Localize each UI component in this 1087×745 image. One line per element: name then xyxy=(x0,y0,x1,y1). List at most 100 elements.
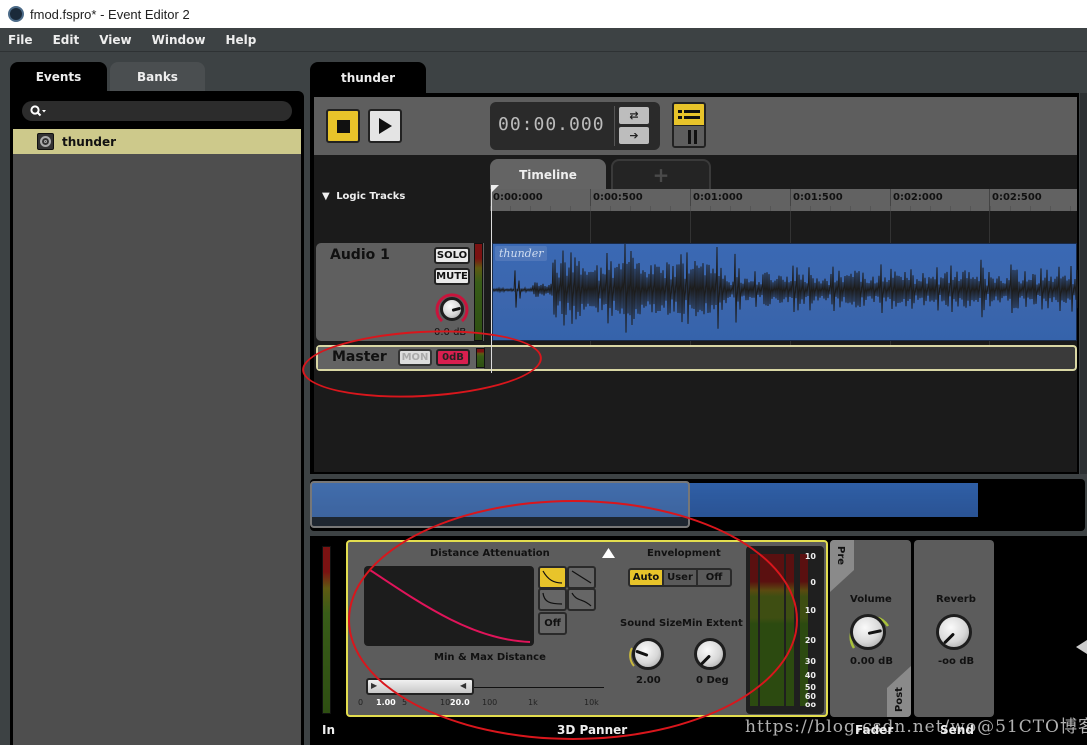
scale-label: 10 xyxy=(440,698,451,707)
mute-button[interactable]: MUTE xyxy=(434,268,470,285)
stop-button[interactable] xyxy=(326,109,360,143)
master-name: Master xyxy=(332,349,387,365)
mon-button[interactable]: MON xyxy=(398,349,432,366)
min-distance-value: 1.00 xyxy=(376,698,396,707)
tab-banks[interactable]: Banks xyxy=(110,62,205,92)
arrow-right-icon: ➔ xyxy=(629,129,639,142)
master-track[interactable]: Master MON 0dB xyxy=(316,345,1077,371)
menu-bar: File Edit View Window Help xyxy=(0,28,1087,52)
logic-tracks-toggle[interactable]: ▼ Logic Tracks xyxy=(322,191,405,202)
stop-icon xyxy=(336,119,350,133)
event-browser: thunder xyxy=(10,91,304,745)
min-extent-value: 0 Deg xyxy=(696,675,729,686)
time-readout: 00:00.000 xyxy=(498,114,605,135)
add-view-tab[interactable]: + xyxy=(611,159,711,191)
3d-panner: Distance Attenuation Off Min & Max Dista… xyxy=(346,540,828,717)
rolloff-linear-button[interactable] xyxy=(567,566,596,589)
volume-knob[interactable] xyxy=(850,614,886,650)
envelopment-user[interactable]: User xyxy=(662,568,698,587)
search-icon xyxy=(30,105,46,117)
menu-file[interactable]: File xyxy=(6,33,35,47)
distance-scale: 0 1.00 5 10 20.0 100 1k 10k xyxy=(358,698,606,710)
menu-help[interactable]: Help xyxy=(223,33,258,47)
waveform-path xyxy=(493,244,1078,333)
min-extent-knob[interactable] xyxy=(694,638,726,670)
loop-button[interactable]: ⇄ xyxy=(619,107,649,124)
scale-label: 1k xyxy=(528,698,538,707)
rolloff-inverse-button[interactable] xyxy=(538,588,567,611)
pause-view-icon[interactable] xyxy=(674,125,704,146)
transport-bar: 00:00.000 ⇄ ➔ xyxy=(314,97,1077,155)
playhead[interactable] xyxy=(491,185,499,373)
volume-label: Volume xyxy=(850,594,892,605)
follow-playback-button[interactable]: ➔ xyxy=(619,127,649,144)
meter-scale-label: 50 xyxy=(804,683,816,692)
distance-range[interactable]: ▶ ◀ xyxy=(366,678,474,695)
tab-event-thunder[interactable]: thunder xyxy=(310,62,426,94)
audio-clip-thunder[interactable]: thunder xyxy=(492,243,1078,341)
ruler-tick: 0:02:000 xyxy=(890,189,943,211)
min-max-distance-slider[interactable]: ▶ ◀ xyxy=(366,678,606,698)
event-name: thunder xyxy=(62,134,117,149)
master-track-header: Master MON 0dB xyxy=(318,347,485,369)
play-button[interactable] xyxy=(368,109,402,143)
triangle-down-icon: ▼ xyxy=(322,191,330,202)
track-header-audio-1[interactable]: Audio 1 SOLO MUTE 0.0 dB xyxy=(316,243,484,341)
fader-module: Pre Volume 0.00 dB Post xyxy=(830,540,911,717)
deck-view-icon[interactable] xyxy=(674,104,704,125)
envelopment-off[interactable]: Off xyxy=(696,568,732,587)
solo-button[interactable]: SOLO xyxy=(434,247,470,264)
window-titlebar: fmod.fspro* - Event Editor 2 xyxy=(0,0,1087,28)
event-item-thunder[interactable]: thunder xyxy=(13,129,301,154)
ruler-tick: 0:00:500 xyxy=(590,189,643,211)
menu-window[interactable]: Window xyxy=(150,33,208,47)
envelopment-auto[interactable]: Auto xyxy=(628,568,664,587)
view-toggle[interactable] xyxy=(672,102,706,148)
track-volume-knob[interactable] xyxy=(440,297,464,321)
window-title: fmod.fspro* - Event Editor 2 xyxy=(30,6,190,22)
attenuation-graph xyxy=(364,566,534,646)
meter-scale-label: 10 xyxy=(804,606,816,615)
fmod-logo-icon xyxy=(8,6,24,22)
send-module: Reverb -oo dB xyxy=(914,540,994,717)
master-meter xyxy=(476,348,485,368)
input-label: In xyxy=(322,723,336,737)
tab-timeline[interactable]: Timeline xyxy=(490,159,606,191)
time-display: 00:00.000 ⇄ ➔ xyxy=(490,102,660,150)
play-icon xyxy=(379,118,392,134)
collapse-triangle-icon[interactable] xyxy=(602,548,615,558)
scale-label: 100 xyxy=(482,698,498,707)
search-input[interactable] xyxy=(22,101,292,121)
logic-tracks-label: Logic Tracks xyxy=(336,191,406,202)
meter-scale-label: 10 xyxy=(804,552,816,561)
menu-view[interactable]: View xyxy=(97,33,133,47)
master-level-button[interactable]: 0dB xyxy=(436,349,470,366)
rolloff-inverse-tapered-button[interactable] xyxy=(567,588,596,611)
timeline-ruler[interactable]: 0:00:000 0:00:500 0:01:000 0:01:500 0:02… xyxy=(490,189,1077,211)
reverb-send-knob[interactable] xyxy=(936,614,972,650)
linear-curve-icon xyxy=(571,570,592,584)
sound-size-label: Sound Size xyxy=(620,618,683,629)
scale-label: 5 xyxy=(402,698,408,707)
meter-scale-label: 20 xyxy=(804,636,816,645)
meter-scale-label: 30 xyxy=(804,657,816,666)
menu-edit[interactable]: Edit xyxy=(51,33,82,47)
add-effect-arrow-icon[interactable] xyxy=(1076,640,1087,654)
reverb-label: Reverb xyxy=(936,594,976,605)
editor-scrollbar[interactable] xyxy=(1080,93,1087,474)
min-handle-icon[interactable]: ▶ xyxy=(371,681,377,690)
timeline-overview[interactable] xyxy=(310,479,1085,531)
sound-size-knob[interactable] xyxy=(632,638,664,670)
min-extent-label: Min Extent xyxy=(682,618,743,629)
rolloff-off-button[interactable]: Off xyxy=(538,612,567,635)
scale-label: 0 xyxy=(358,698,364,707)
loop-icon: ⇄ xyxy=(629,109,639,122)
rolloff-linear-squared-button[interactable] xyxy=(538,566,567,589)
pre-label: Pre xyxy=(835,546,846,566)
event-icon xyxy=(37,133,54,150)
overview-viewport[interactable] xyxy=(310,481,690,528)
reverb-value: -oo dB xyxy=(938,656,975,667)
max-handle-icon[interactable]: ◀ xyxy=(460,681,466,690)
event-editor: 00:00.000 ⇄ ➔ Timeline + ▼ Logic Tracks … xyxy=(310,93,1079,474)
tab-events[interactable]: Events xyxy=(10,62,107,92)
